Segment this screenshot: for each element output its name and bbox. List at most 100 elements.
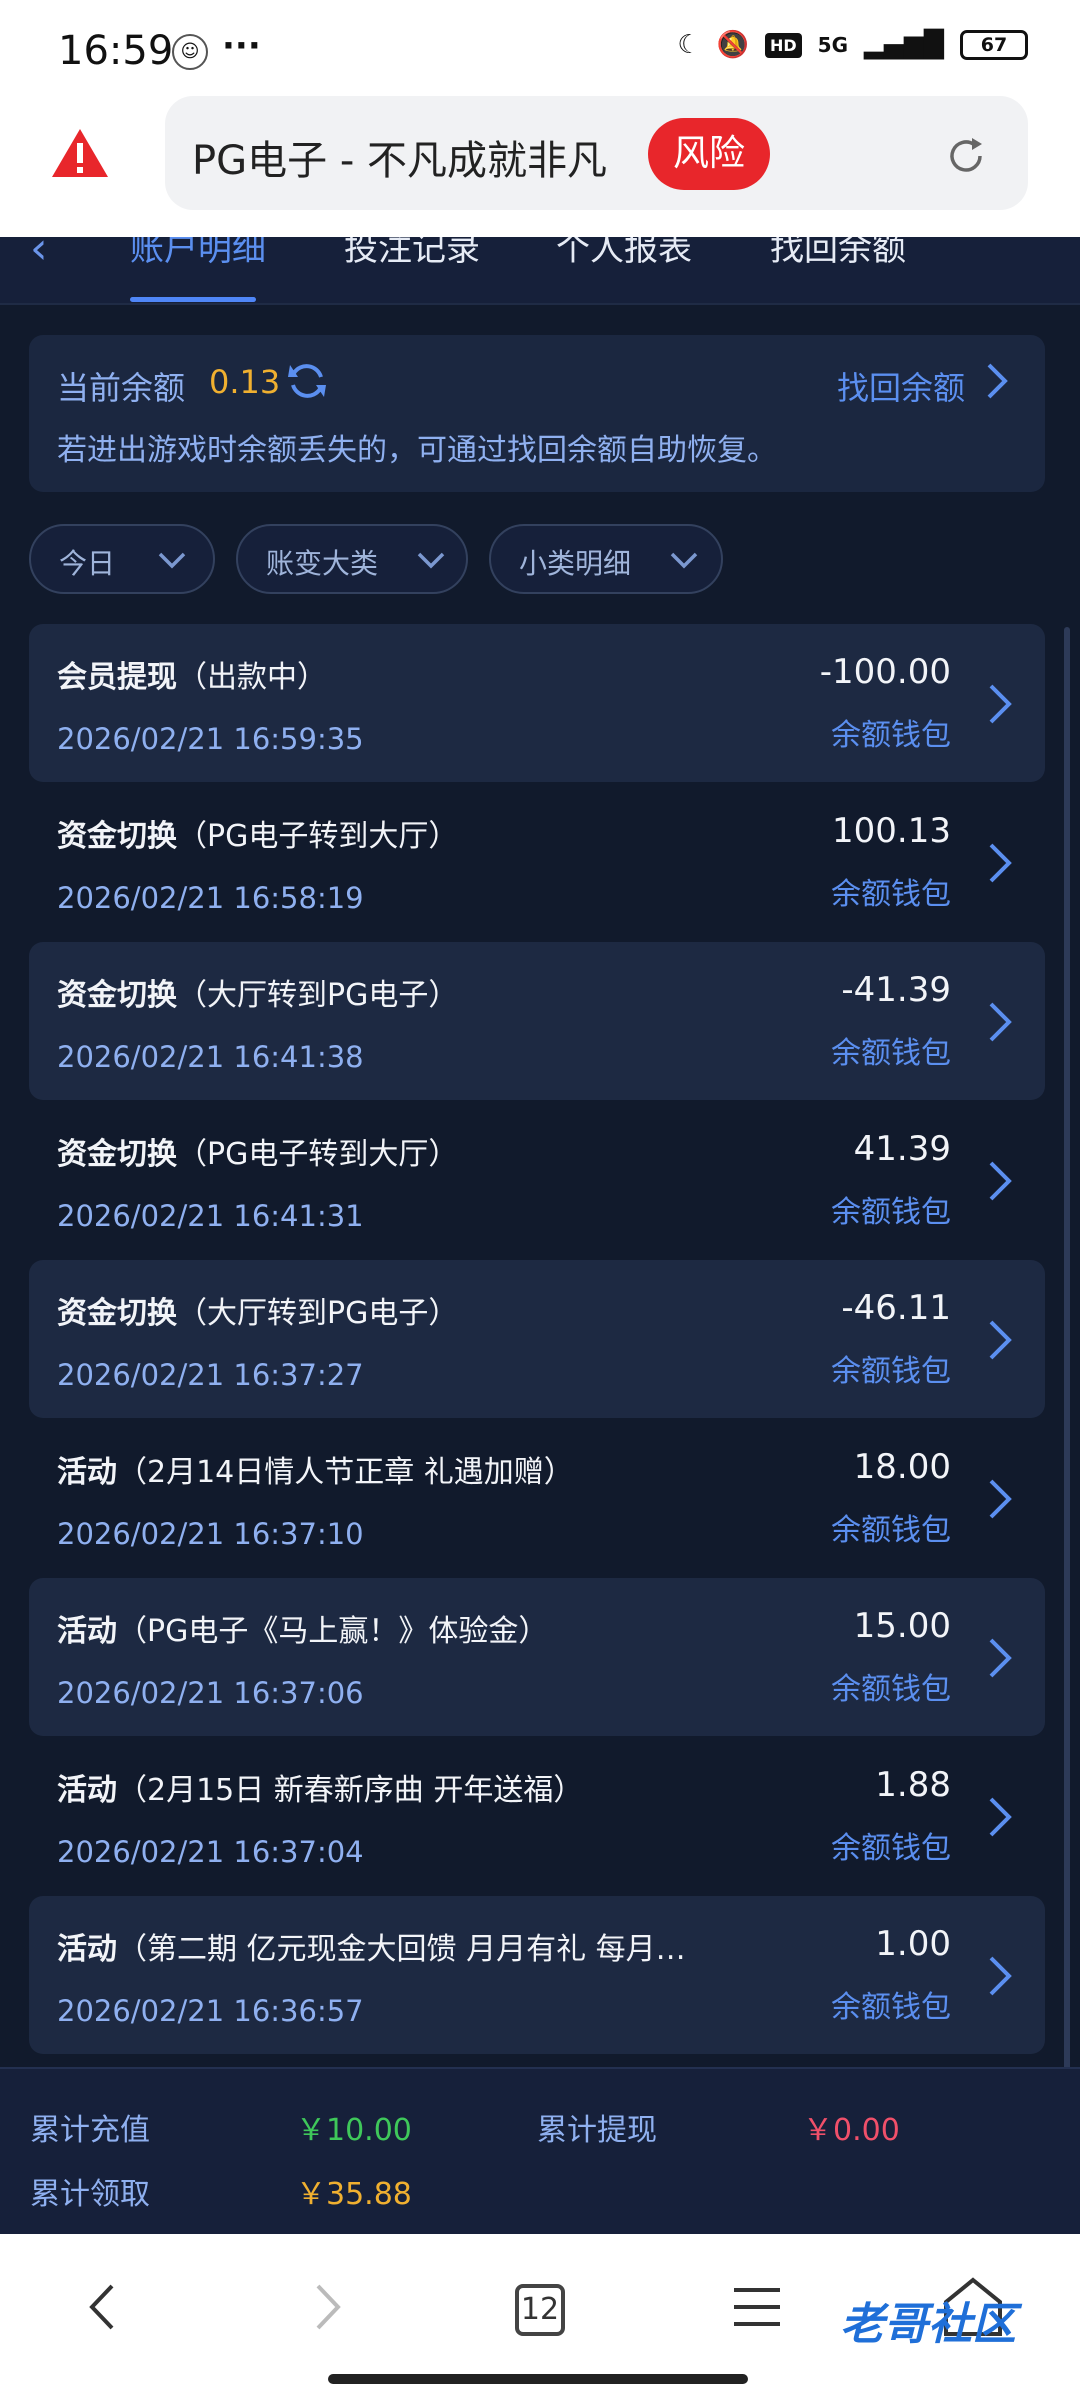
record-wallet: 余额钱包 [831,877,951,912]
home-indicator[interactable] [328,2374,748,2384]
reload-icon[interactable] [946,136,986,176]
tab-indicator [130,297,256,302]
record-type: 会员提现 [57,660,177,695]
record-time: 2026/02/21 16:41:38 [57,1040,364,1074]
battery-icon: 67 [960,30,1028,60]
tab-count-button[interactable]: 12 [515,2284,565,2336]
warning-icon[interactable] [50,127,110,179]
balance-label: 当前余额 [57,369,186,407]
record-row[interactable]: 活动（PG电子《马上赢！》体验金） 2026/02/21 16:37:06 15… [29,1578,1045,1736]
record-detail: （PG电子转到大厅） [177,1137,459,1172]
record-type: 资金切换 [57,1137,177,1172]
refresh-balance-icon[interactable] [285,359,329,403]
chevron-down-icon [417,552,445,569]
network-label: 5G [817,33,849,57]
moon-icon: ☾ [677,30,701,60]
chevron-right-icon[interactable] [987,1795,1013,1839]
record-title: 活动（PG电子《马上赢！》体验金） [57,1606,548,1650]
mute-icon: 🔕 [716,30,749,60]
chevron-down-icon [158,552,186,569]
record-type: 活动 [57,1773,117,1808]
record-amount: 1.00 [875,1924,951,1964]
record-time: 2026/02/21 16:37:04 [57,1835,364,1869]
record-title: 资金切换（PG电子转到大厅） [57,1129,458,1173]
record-time: 2026/02/21 16:58:19 [57,881,364,915]
filter-category-label: 账变大类 [266,547,379,580]
record-wallet: 余额钱包 [831,1513,951,1548]
menu-icon[interactable] [722,2272,792,2342]
record-row[interactable]: 会员提现（出款中） 2026/02/21 16:59:35 -100.00 余额… [29,624,1045,782]
record-title: 资金切换（大厅转到PG电子） [57,1288,458,1332]
summary-bar: 累计充值 ￥10.00 累计提现 ￥0.00 累计领取 ￥35.88 [0,2067,1080,2234]
record-type: 活动 [57,1614,117,1649]
risk-badge[interactable]: 风险 [648,118,770,190]
more-notifications-icon: ··· [222,26,261,66]
withdraw-total-label: 累计提现 [537,2113,657,2148]
record-row[interactable]: 资金切换（大厅转到PG电子） 2026/02/21 16:37:27 -46.1… [29,1260,1045,1418]
record-detail: （出款中） [177,660,327,695]
tab-personal-report[interactable]: 个人报表 [556,237,692,270]
record-row[interactable]: 资金切换（PG电子转到大厅） 2026/02/21 16:41:31 41.39… [29,1101,1045,1259]
filter-category[interactable]: 账变大类 [236,524,468,594]
record-time: 2026/02/21 16:41:31 [57,1199,364,1233]
filter-subcategory[interactable]: 小类明细 [489,524,723,594]
chevron-down-icon [670,552,698,569]
chevron-right-icon[interactable] [983,361,1011,401]
record-amount: 1.88 [875,1765,951,1805]
record-type: 资金切换 [57,978,177,1013]
balance-card: 当前余额 0.13 找回余额 若进出游戏时余额丢失的，可通过找回余额自助恢复。 [29,335,1045,492]
record-amount: -41.39 [841,970,951,1010]
record-type: 活动 [57,1455,117,1490]
back-icon[interactable] [70,2272,140,2342]
chevron-right-icon[interactable] [987,1000,1013,1044]
recover-balance-link[interactable]: 找回余额 [837,363,965,409]
chevron-right-icon[interactable] [987,1159,1013,1203]
record-type: 资金切换 [57,1296,177,1331]
record-wallet: 余额钱包 [831,718,951,753]
chevron-right-icon[interactable] [987,1318,1013,1362]
tab-recover-balance[interactable]: 找回余额 [770,237,906,270]
record-row[interactable]: 活动（2月14日情人节正章 礼遇加赠） 2026/02/21 16:37:10 … [29,1419,1045,1577]
watermark: 老哥社区 [840,2299,1016,2350]
record-time: 2026/02/21 16:37:10 [57,1517,364,1551]
back-icon[interactable]: ‹ [30,237,48,274]
chevron-right-icon[interactable] [987,1954,1013,1998]
record-row[interactable]: 资金切换（PG电子转到大厅） 2026/02/21 16:58:19 100.1… [29,783,1045,941]
filter-subcategory-label: 小类明细 [519,547,632,580]
balance-value: 0.13 [209,363,281,401]
record-row[interactable]: 资金切换（大厅转到PG电子） 2026/02/21 16:41:38 -41.3… [29,942,1045,1100]
tab-bar: ‹ 账户明细 投注记录 个人报表 找回余额 [0,237,1080,305]
record-row[interactable]: 活动（2月15日 新春新序曲 开年送福） 2026/02/21 16:37:04… [29,1737,1045,1895]
record-title: 会员提现（出款中） [57,652,327,696]
record-title: 资金切换（PG电子转到大厅） [57,811,458,855]
page-title[interactable]: PG电子 - 不凡成就非凡 [192,128,607,186]
tab-account-details[interactable]: 账户明细 [130,237,266,270]
record-amount: 41.39 [853,1129,951,1169]
chevron-right-icon[interactable] [987,1477,1013,1521]
withdraw-total-value: ￥0.00 [803,2113,900,2148]
record-wallet: 余额钱包 [831,1990,951,2025]
tab-bet-records[interactable]: 投注记录 [344,237,480,270]
record-amount: -46.11 [841,1288,951,1328]
record-amount: 18.00 [853,1447,951,1487]
hd-icon: HD [765,32,802,58]
filter-date[interactable]: 今日 [29,524,215,594]
chevron-right-icon[interactable] [987,682,1013,726]
forward-icon[interactable] [290,2272,360,2342]
filter-date-label: 今日 [59,547,116,580]
record-time: 2026/02/21 16:37:27 [57,1358,364,1392]
chevron-right-icon[interactable] [987,841,1013,885]
record-title: 活动（2月15日 新春新序曲 开年送福） [57,1765,583,1809]
record-time: 2026/02/21 16:37:06 [57,1676,364,1710]
chevron-right-icon[interactable] [987,1636,1013,1680]
record-wallet: 余额钱包 [831,1831,951,1866]
claimed-total-value: ￥35.88 [296,2177,412,2212]
claimed-total-label: 累计领取 [30,2177,150,2212]
record-wallet: 余额钱包 [831,1672,951,1707]
status-time: 16:59 [58,28,174,74]
scrollbar[interactable] [1064,627,1070,2127]
record-row[interactable]: 活动（第二期 亿元现金大回馈 月月有礼 每月… 2026/02/21 16:36… [29,1896,1045,2054]
status-bar: 16:59 ☺ ··· ☾ 🔕 HD 5G ▂▄▆█ 67 [0,0,1080,100]
record-wallet: 余额钱包 [831,1354,951,1389]
browser-nav-bar: 12 老哥社区 [0,2234,1080,2400]
